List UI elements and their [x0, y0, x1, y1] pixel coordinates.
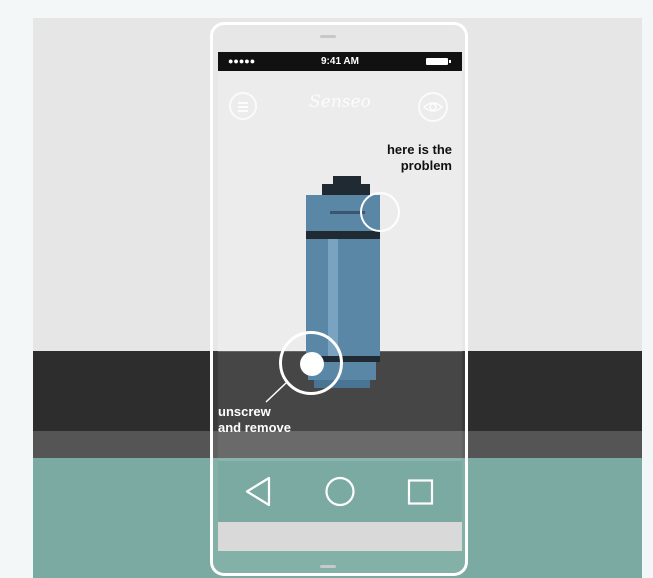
callout-unscrew: unscrew and remove: [218, 404, 338, 436]
recents-square-icon[interactable]: [390, 461, 450, 522]
phone-screen: ●●●●● 9:41 AM Senseo here is the problem…: [218, 52, 462, 551]
back-triangle-icon[interactable]: [228, 461, 288, 522]
android-navigation-bar: [218, 461, 462, 522]
home-circle-icon[interactable]: [310, 461, 370, 522]
callout-unscrew-line2: and remove: [218, 420, 291, 435]
callout-unscrew-line1: unscrew: [218, 404, 271, 419]
screen-bottom-area: [218, 522, 462, 551]
phone-speaker: [320, 35, 336, 38]
phone-bottom-grille: [320, 565, 336, 568]
